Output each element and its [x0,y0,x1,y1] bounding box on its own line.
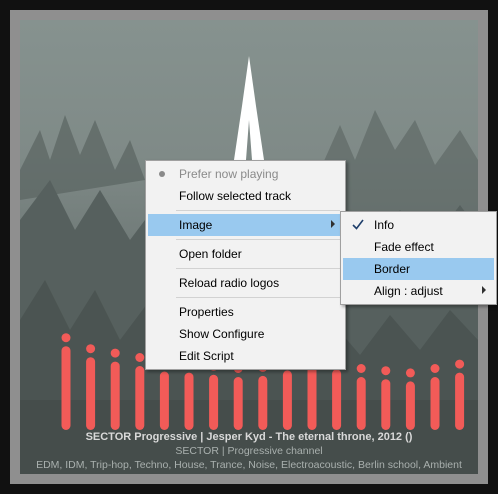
spectrum-peak-cap [86,344,96,354]
spectrum-bar [332,369,342,430]
submenu-item-align-adjust[interactable]: Align : adjust [343,280,494,302]
menu-item-show-configure[interactable]: Show Configure [148,323,343,345]
spectrum-bar [381,379,391,430]
menu-item-properties[interactable]: Properties [148,301,343,323]
spectrum-peak-cap [135,353,145,362]
spectrum-peak-cap [455,359,465,369]
genre-list: EDM, IDM, Trip-hop, Techno, House, Tranc… [36,459,462,471]
spectrum-bar [282,370,292,430]
menu-separator [176,210,340,211]
menu-item-reload-radio-logos[interactable]: Reload radio logos [148,272,343,294]
spectrum-peak-cap [356,364,366,373]
spectrum-bar [405,381,415,430]
submenu-item-fade-effect[interactable]: Fade effect [343,236,494,258]
spectrum-peak-cap [430,364,440,373]
spectrum-bar [430,377,440,430]
spectrum-peak-cap [61,333,71,343]
menu-item-open-folder[interactable]: Open folder [148,243,343,265]
submenu-item-info[interactable]: Info [343,214,494,236]
menu-item-edit-script[interactable]: Edit Script [148,345,343,367]
submenu-arrow-icon [482,286,486,294]
spectrum-bar [307,366,317,430]
spectrum-peak-cap [381,366,391,376]
menu-item-image[interactable]: Image [148,214,343,236]
spectrum-peak-cap [110,348,120,358]
spectrum-bar [184,372,194,430]
spectrum-bar [135,366,145,430]
image-submenu: Info Fade effect Border Align : adjust [340,211,497,305]
menu-item-prefer-now-playing[interactable]: Prefer now playing [148,163,343,185]
spectrum-peak-cap [405,368,415,378]
spectrum-bar [86,357,96,430]
now-playing-title: SECTOR Progressive | Jesper Kyd - The et… [85,431,413,443]
menu-separator [176,239,340,240]
menu-separator [176,268,340,269]
checkmark-icon [352,219,364,230]
spectrum-bar [61,346,71,430]
spectrum-bar [258,375,268,430]
station-name: SECTOR | Progressive channel [175,445,323,457]
context-menu: Prefer now playing Follow selected track… [145,160,346,370]
spectrum-bar [159,371,169,430]
spectrum-bar [455,372,465,430]
spectrum-bar [209,374,219,430]
submenu-arrow-icon [331,220,335,228]
radio-dot-icon [159,171,165,177]
menu-item-follow-selected-track[interactable]: Follow selected track [148,185,343,207]
spectrum-bar [233,377,243,430]
spectrum-bar [356,377,366,430]
submenu-item-border[interactable]: Border [343,258,494,280]
spectrum-bar [110,361,120,430]
menu-separator [176,297,340,298]
